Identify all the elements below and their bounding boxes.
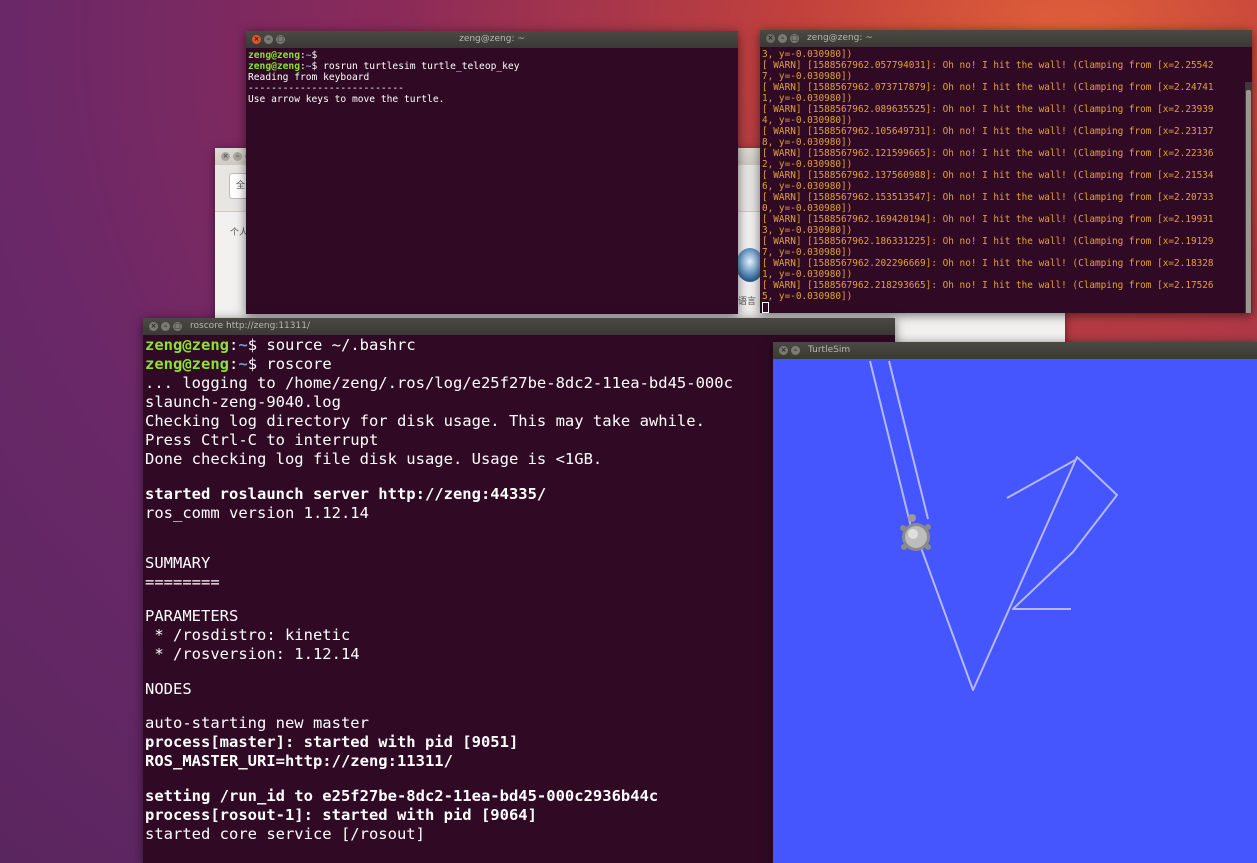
minimize-icon[interactable]: – — [778, 34, 787, 43]
warn-line: [ WARN] [1588567962.105649731]: Oh no! I… — [762, 126, 1214, 137]
warn-line: [ WARN] [1588567962.202296669]: Oh no! I… — [762, 258, 1214, 269]
maximize-icon[interactable]: □ — [276, 35, 285, 44]
turtlesim-canvas — [869, 360, 1118, 691]
warn-terminal-window: × – □ zeng@zeng: ~ 3, y=-0.030980])[ WAR… — [760, 30, 1252, 313]
turtlesim-window: × – TurtleSim — [773, 342, 1257, 863]
warn-line: 2, y=-0.030980]) — [762, 159, 853, 170]
warn-line: 0, y=-0.030980]) — [762, 203, 853, 214]
window-title: TurtleSim — [808, 345, 851, 355]
teleop-terminal-window: × – □ zeng@zeng: ~ zeng@zeng:~$ zeng@zeng… — [246, 31, 738, 314]
warn-line: [ WARN] [1588567962.089635525]: Oh no! I… — [762, 104, 1214, 115]
window-title: zeng@zeng: ~ — [459, 34, 525, 44]
teleop-titlebar[interactable]: × – □ zeng@zeng: ~ — [246, 31, 738, 48]
turtle-icon — [900, 514, 931, 551]
warn-line: 7, y=-0.030980]) — [762, 71, 853, 82]
warn-line: [ WARN] [1588567962.186331225]: Oh no! I… — [762, 236, 1214, 247]
terminal-line: --------------------------- — [248, 83, 404, 94]
roscore-titlebar[interactable]: × – □ roscore http://zeng:11311/ — [143, 318, 895, 335]
warn-line: 3, y=-0.030980]) — [762, 49, 853, 60]
minimize-icon[interactable]: – — [264, 35, 273, 44]
window-title: zeng@zeng: ~ — [807, 33, 873, 43]
warn-line: 7, y=-0.030980]) — [762, 247, 853, 258]
warn-line: 1, y=-0.030980]) — [762, 269, 853, 280]
warn-line: [ WARN] [1588567962.153513547]: Oh no! I… — [762, 192, 1214, 203]
warn-line: [ WARN] [1588567962.169420194]: Oh no! I… — [762, 214, 1214, 225]
terminal-cursor — [762, 302, 1252, 313]
scrollbar-thumb[interactable] — [1246, 90, 1251, 313]
warn-line: 8, y=-0.030980]) — [762, 137, 853, 148]
turtle-trail — [869, 360, 912, 528]
warn-line: 5, y=-0.030980]) — [762, 291, 853, 302]
maximize-icon[interactable]: □ — [790, 34, 799, 43]
warn-line: 4, y=-0.030980]) — [762, 115, 853, 126]
warn-line: 3, y=-0.030980]) — [762, 225, 853, 236]
warn-line: 1, y=-0.030980]) — [762, 93, 853, 104]
warn-line: [ WARN] [1588567962.218293665]: Oh no! I… — [762, 280, 1214, 291]
close-icon[interactable]: × — [149, 322, 158, 331]
turtlesim-titlebar[interactable]: × – TurtleSim — [773, 342, 1257, 359]
minimize-icon[interactable]: – — [233, 152, 242, 161]
minimize-icon[interactable]: – — [161, 322, 170, 331]
close-icon[interactable]: × — [766, 34, 775, 43]
terminal-output[interactable]: zeng@zeng:~$ zeng@zeng:~$ rosrun turtlesi… — [246, 48, 738, 105]
warn-line: [ WARN] [1588567962.057794031]: Oh no! I… — [762, 60, 1214, 71]
scrollbar[interactable] — [1245, 82, 1252, 313]
terminal-line: Reading from keyboard — [248, 72, 370, 83]
close-icon[interactable]: × — [252, 35, 261, 44]
warn-line: [ WARN] [1588567962.137560988]: Oh no! I… — [762, 170, 1214, 181]
warn-line: 6, y=-0.030980]) — [762, 181, 853, 192]
settings-item-language[interactable]: 语言 — [738, 294, 756, 307]
terminal-output[interactable]: 3, y=-0.030980])[ WARN] [1588567962.0577… — [760, 47, 1252, 313]
close-icon[interactable]: × — [779, 346, 788, 355]
warn-line: [ WARN] [1588567962.073717879]: Oh no! I… — [762, 82, 1214, 93]
terminal-line: Use arrow keys to move the turtle. — [248, 94, 445, 105]
warn-titlebar[interactable]: × – □ zeng@zeng: ~ — [760, 30, 1252, 47]
terminal-line: zeng@zeng:~$ — [248, 50, 318, 61]
terminal-line: zeng@zeng:~$ rosrun turtlesim turtle_tel… — [248, 61, 520, 72]
window-title: roscore http://zeng:11311/ — [190, 321, 310, 331]
minimize-icon[interactable]: – — [791, 346, 800, 355]
turtle-trail — [888, 360, 929, 520]
warn-line: [ WARN] [1588567962.121599665]: Oh no! I… — [762, 148, 1214, 159]
close-icon[interactable]: × — [221, 152, 230, 161]
maximize-icon[interactable]: □ — [173, 322, 182, 331]
